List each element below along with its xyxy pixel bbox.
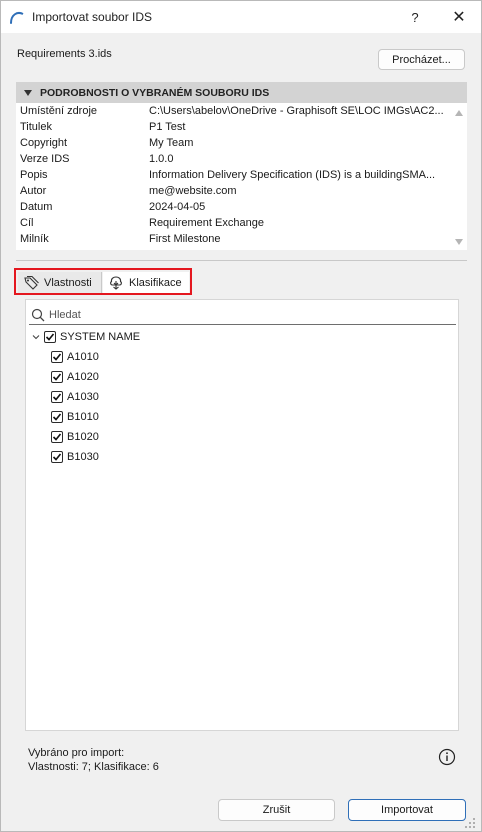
title-bar[interactable]: Importovat soubor IDS ? ✕ <box>1 1 481 33</box>
checkmark-icon <box>52 433 62 441</box>
details-value: P1 Test <box>149 121 186 133</box>
tree-item[interactable]: A1020 <box>51 369 99 385</box>
details-key: Verze IDS <box>20 153 70 165</box>
tree-item[interactable]: A1010 <box>51 349 99 365</box>
details-key: Copyright <box>20 137 68 149</box>
tree-item-label: B1030 <box>67 451 99 463</box>
details-row: Umístění zdroje C:\Users\abelov\OneDrive… <box>16 103 452 119</box>
tree-item[interactable]: B1030 <box>51 449 99 465</box>
details-key: Umístění zdroje <box>20 105 98 117</box>
tree-item-checkbox[interactable] <box>51 431 63 443</box>
app-logo-icon <box>10 12 24 24</box>
classification-panel: SYSTEM NAME A1010 A1020 A1030 B1010 <box>25 299 459 731</box>
tree-item-label: B1020 <box>67 431 99 443</box>
tree-item-checkbox[interactable] <box>51 371 63 383</box>
details-row: Cíl Requirement Exchange <box>16 215 452 231</box>
details-key: Titulek <box>20 121 52 133</box>
details-key: Milník <box>20 233 49 245</box>
tree-item-label: A1020 <box>67 371 99 383</box>
details-key: Datum <box>20 201 53 213</box>
tree-item-checkbox[interactable] <box>51 411 63 423</box>
details-table: Umístění zdroje C:\Users\abelov\OneDrive… <box>16 103 467 250</box>
details-row: Popis Information Delivery Specification… <box>16 167 452 183</box>
checkmark-icon <box>52 453 62 461</box>
tree-item-checkbox[interactable] <box>51 451 63 463</box>
checkmark-icon <box>52 353 62 361</box>
details-value: My Team <box>149 137 194 149</box>
details-row: Verze IDS 1.0.0 <box>16 151 452 167</box>
checkmark-icon <box>52 373 62 381</box>
details-value: Requirement Exchange <box>149 217 264 229</box>
summary-heading: Vybráno pro import: <box>28 747 125 759</box>
tree-root-label: SYSTEM NAME <box>60 331 141 343</box>
tree-item[interactable]: A1030 <box>51 389 99 405</box>
checkmark-icon <box>45 333 55 341</box>
tree-root-checkbox[interactable] <box>44 331 56 343</box>
tree-item-label: A1010 <box>67 351 99 363</box>
search-input[interactable] <box>49 306 449 323</box>
tree-item[interactable]: B1020 <box>51 429 99 445</box>
details-row: Copyright My Team <box>16 135 452 151</box>
checkmark-icon <box>52 413 62 421</box>
tree-item-checkbox[interactable] <box>51 351 63 363</box>
chevron-down-icon[interactable] <box>31 332 41 342</box>
import-ids-dialog: Importovat soubor IDS ? ✕ Requirements 3… <box>0 0 482 832</box>
search-box[interactable] <box>29 304 456 325</box>
browse-button[interactable]: Procházet... <box>378 49 465 70</box>
tree-item-label: A1030 <box>67 391 99 403</box>
details-value: 1.0.0 <box>149 153 174 165</box>
scroll-up-arrow-icon[interactable] <box>453 108 465 118</box>
cancel-button[interactable]: Zrušit <box>218 799 335 821</box>
details-row: Autor me@website.com <box>16 183 452 199</box>
search-icon <box>31 308 45 322</box>
details-value: First Milestone <box>149 233 221 245</box>
details-row: Titulek P1 Test <box>16 119 452 135</box>
summary-counts: Vlastnosti: 7; Klasifikace: 6 <box>28 761 159 773</box>
collapse-triangle-icon[interactable] <box>24 89 32 97</box>
details-value: 2024-04-05 <box>149 201 206 213</box>
tree-root-item[interactable]: SYSTEM NAME <box>31 329 140 345</box>
details-key: Autor <box>20 185 47 197</box>
close-button[interactable]: ✕ <box>441 1 477 33</box>
selected-file-name: Requirements 3.ids <box>17 48 112 60</box>
details-value: C:\Users\abelov\OneDrive - Graphisoft SE… <box>149 105 444 117</box>
info-icon[interactable] <box>438 748 456 766</box>
tree-item-label: B1010 <box>67 411 99 423</box>
details-value: me@website.com <box>149 185 237 197</box>
tree-item[interactable]: B1010 <box>51 409 99 425</box>
window-title: Importovat soubor IDS <box>32 10 153 24</box>
details-key: Cíl <box>20 217 34 229</box>
details-value: Information Delivery Specification (IDS)… <box>149 169 436 181</box>
checkmark-icon <box>52 393 62 401</box>
details-section-header[interactable]: PODROBNOSTI O VYBRANÉM SOUBORU IDS <box>16 82 467 103</box>
section-divider <box>16 260 467 261</box>
details-row: Datum 2024-04-05 <box>16 199 452 215</box>
scroll-down-arrow-icon[interactable] <box>453 237 465 247</box>
help-button[interactable]: ? <box>397 1 433 33</box>
import-summary: Vybráno pro import: Vlastnosti: 7; Klasi… <box>28 746 159 774</box>
details-header-title: PODROBNOSTI O VYBRANÉM SOUBORU IDS <box>40 86 270 99</box>
tree-item-checkbox[interactable] <box>51 391 63 403</box>
resize-grip-icon[interactable] <box>463 816 477 830</box>
tabs-highlight-frame <box>14 268 192 295</box>
details-key: Popis <box>20 169 48 181</box>
import-button[interactable]: Importovat <box>348 799 466 821</box>
details-row: Milník First Milestone <box>16 231 452 247</box>
